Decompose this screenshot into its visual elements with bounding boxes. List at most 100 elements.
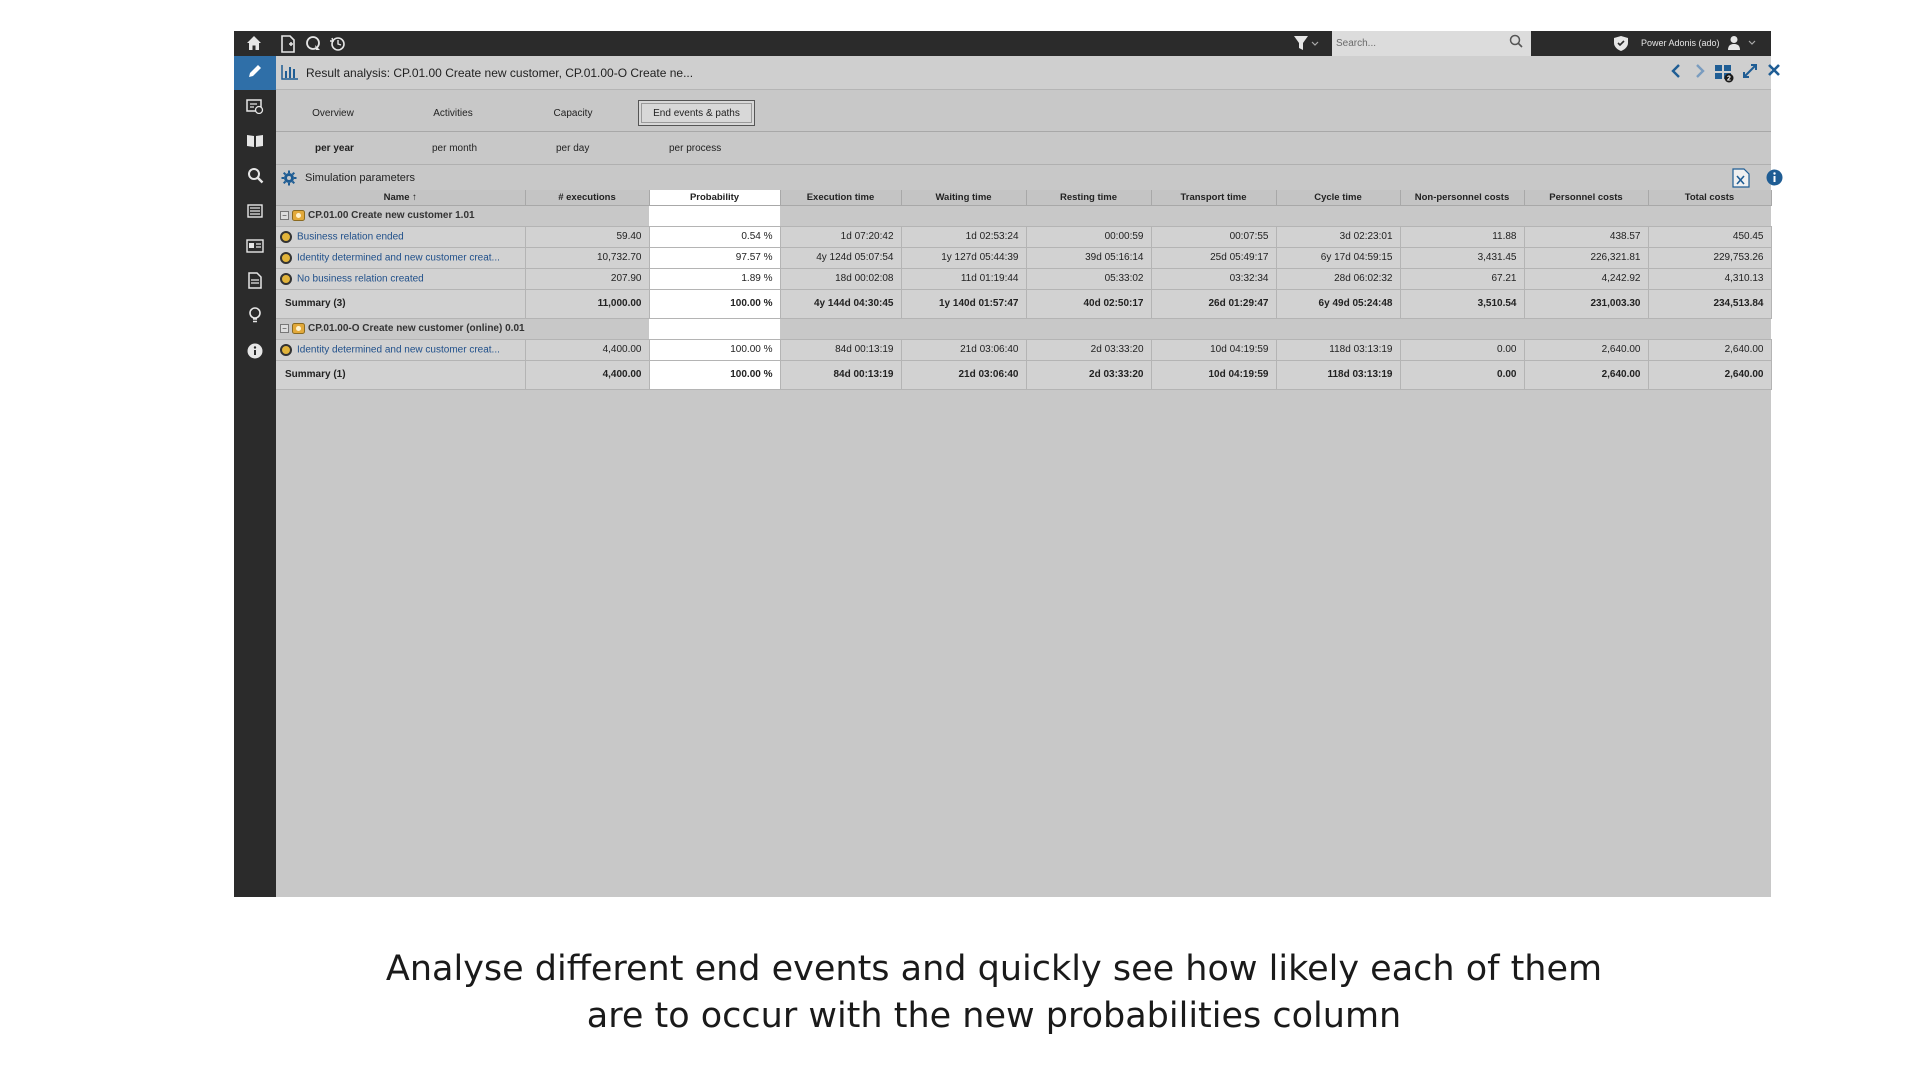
summary-cell: 10d 04:19:59 (1151, 360, 1277, 390)
table-row[interactable]: Identity determined and new customer cre… (276, 247, 1772, 269)
windows-icon[interactable]: 2 (1714, 63, 1734, 83)
column-header-transport-time[interactable]: Transport time (1151, 190, 1277, 206)
chevron-left-icon[interactable] (1666, 63, 1686, 83)
table-cell: 4y 124d 05:07:54 (780, 247, 902, 269)
table-cell: 118d 03:13:19 (1276, 339, 1401, 361)
column-header-executions[interactable]: # executions (525, 190, 650, 206)
group-row[interactable]: − CP.01.00 Create new customer 1.01 (276, 205, 1771, 227)
new-document-icon[interactable] (279, 35, 297, 53)
sidebar-item-library[interactable] (234, 126, 276, 160)
page-title: Result analysis: CP.01.00 Create new cus… (306, 66, 694, 80)
info-icon[interactable] (1766, 169, 1783, 186)
column-header-execution-time[interactable]: Execution time (780, 190, 902, 206)
end-event-link[interactable]: No business relation created (297, 273, 424, 284)
search-input[interactable] (1336, 35, 1506, 52)
expand-icon[interactable] (1740, 63, 1760, 83)
table-cell: 4,242.92 (1524, 268, 1649, 290)
end-event-name-cell[interactable]: Business relation ended (276, 226, 526, 248)
table-row[interactable]: Identity determined and new customer cre… (276, 339, 1772, 361)
table-cell: 67.21 (1400, 268, 1525, 290)
table-cell: 226,321.81 (1524, 247, 1649, 269)
chart-icon (281, 64, 299, 80)
sidebar-item-edit[interactable] (234, 56, 276, 90)
sidebar-item-info[interactable] (234, 336, 276, 370)
subtab-per-year[interactable]: per year (315, 143, 354, 154)
end-event-name-cell[interactable]: No business relation created (276, 268, 526, 290)
sidebar-item-cards[interactable] (234, 231, 276, 265)
summary-cell: 11,000.00 (525, 289, 650, 319)
user-icon[interactable] (1726, 35, 1760, 53)
end-event-link[interactable]: Identity determined and new customer cre… (297, 252, 500, 263)
table-cell: 1d 02:53:24 (901, 226, 1027, 248)
search-box[interactable] (1332, 31, 1531, 56)
book-icon (246, 134, 264, 153)
group-row[interactable]: − CP.01.00-O Create new customer (online)… (276, 318, 1771, 340)
summary-cell: 231,003.30 (1524, 289, 1649, 319)
column-header-personnel-costs[interactable]: Personnel costs (1524, 190, 1649, 206)
filter-icon[interactable] (1293, 35, 1319, 53)
tab-end-events-paths[interactable]: End events & paths (638, 100, 755, 126)
svg-text:2: 2 (1727, 76, 1731, 83)
end-event-icon (280, 272, 292, 285)
column-header-waiting-time[interactable]: Waiting time (901, 190, 1027, 206)
table-cell: 03:32:34 (1151, 268, 1277, 290)
end-event-name-cell[interactable]: Identity determined and new customer cre… (276, 339, 526, 361)
process-model-icon (292, 209, 305, 221)
summary-cell: 40d 02:50:17 (1026, 289, 1152, 319)
end-event-name-cell[interactable]: Identity determined and new customer cre… (276, 247, 526, 269)
process-model-icon (292, 322, 305, 334)
tab-bar: Overview Activities Capacity End events … (276, 91, 1771, 132)
column-header-non-personnel-costs[interactable]: Non-personnel costs (1400, 190, 1525, 206)
refresh-icon[interactable] (304, 35, 322, 53)
column-header-probability[interactable]: Probability (649, 190, 781, 206)
excel-export-icon[interactable] (1732, 168, 1750, 188)
tab-overview[interactable]: Overview (288, 100, 378, 126)
subtab-per-month[interactable]: per month (432, 143, 477, 154)
close-icon[interactable] (1764, 63, 1784, 83)
column-header-total-costs[interactable]: Total costs (1648, 190, 1772, 206)
column-header-name[interactable]: Name ↑ (276, 190, 526, 206)
group-name-cell[interactable]: − CP.01.00-O Create new customer (online)… (276, 318, 649, 340)
simulation-parameters-label[interactable]: Simulation parameters (305, 172, 415, 184)
sidebar-item-documents[interactable] (234, 266, 276, 300)
user-name[interactable]: Power Adonis (ado) (1641, 38, 1720, 48)
table-cell: 00:07:55 (1151, 226, 1277, 248)
end-event-link[interactable]: Identity determined and new customer cre… (297, 344, 500, 355)
subtab-per-process[interactable]: per process (669, 143, 721, 154)
history-icon[interactable] (328, 35, 346, 53)
collapse-icon[interactable]: − (280, 323, 289, 333)
tab-capacity[interactable]: Capacity (528, 100, 618, 126)
summary-cell: 0.00 (1400, 360, 1525, 390)
column-header-cycle-time[interactable]: Cycle time (1276, 190, 1401, 206)
table-cell: 450.45 (1648, 226, 1772, 248)
sidebar-item-model-check[interactable] (234, 91, 276, 125)
gear-icon[interactable] (281, 170, 297, 186)
table-cell: 3d 02:23:01 (1276, 226, 1401, 248)
table-cell: 0.54 % (649, 226, 781, 248)
end-event-link[interactable]: Business relation ended (297, 231, 404, 242)
table-cell: 4,400.00 (525, 339, 650, 361)
table-row[interactable]: No business relation created 207.90 1.89 %… (276, 268, 1772, 290)
home-icon[interactable] (245, 35, 263, 53)
group-name-cell[interactable]: − CP.01.00 Create new customer 1.01 (276, 205, 649, 227)
chevron-right-icon[interactable] (1690, 63, 1710, 83)
table-cell: 100.00 % (649, 339, 781, 361)
table-cell: 229,753.26 (1648, 247, 1772, 269)
column-header-resting-time[interactable]: Resting time (1026, 190, 1152, 206)
sidebar-item-list[interactable] (234, 196, 276, 230)
summary-cell: 6y 49d 05:24:48 (1276, 289, 1401, 319)
table-cell: 1.89 % (649, 268, 781, 290)
sidebar-item-search[interactable] (234, 161, 276, 195)
shield-icon[interactable] (1612, 35, 1630, 53)
table-cell: 18d 00:02:08 (780, 268, 902, 290)
tab-activities[interactable]: Activities (408, 100, 498, 126)
table-cell: 11.88 (1400, 226, 1525, 248)
table-cell: 25d 05:49:17 (1151, 247, 1277, 269)
search-icon[interactable] (1509, 34, 1525, 52)
table-row[interactable]: Business relation ended 59.40 0.54 % 1d 07:… (276, 226, 1772, 248)
end-event-icon (280, 230, 292, 243)
subtab-per-day[interactable]: per day (556, 143, 589, 154)
table-cell: 28d 06:02:32 (1276, 268, 1401, 290)
collapse-icon[interactable]: − (280, 210, 289, 220)
sidebar-item-ideas[interactable] (234, 301, 276, 335)
